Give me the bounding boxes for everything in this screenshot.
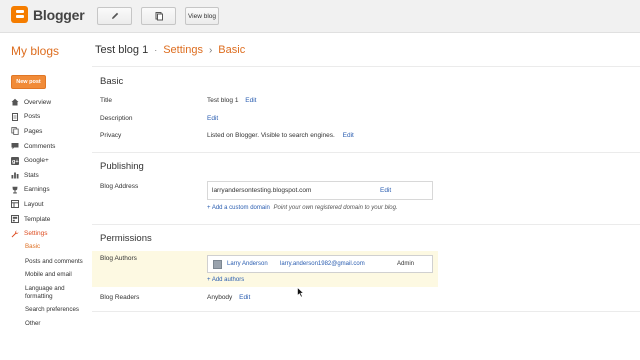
view-blog-label: View blog <box>187 12 217 20</box>
sidebar-item-settings[interactable]: Settings <box>11 226 91 241</box>
author-row: Larry Anderson larry.anderson1982@gmail.… <box>207 255 433 273</box>
sidebar-item-posts[interactable]: Posts <box>11 110 91 125</box>
trophy-icon <box>12 186 18 194</box>
sidebar-item-layout[interactable]: Layout <box>11 197 91 212</box>
privacy-value: Listed on Blogger. Visible to search eng… <box>207 132 354 139</box>
title-label: Title <box>100 97 113 104</box>
copy-icon <box>155 12 163 21</box>
settings-sub-search-preferences[interactable]: Search preferences <box>25 306 105 314</box>
new-post-toolbar-button[interactable] <box>97 7 132 25</box>
author-role[interactable]: Admin <box>397 261 414 267</box>
blog-address-label: Blog Address <box>100 183 139 190</box>
author-name[interactable]: Larry Anderson <box>227 261 268 267</box>
sidebar-item-label: Stats <box>24 171 39 179</box>
mouse-cursor-icon <box>297 287 305 298</box>
publishing-divider <box>92 224 640 225</box>
title-edit-link[interactable]: Edit <box>245 97 256 104</box>
sidebar-item-label: Comments <box>24 142 56 150</box>
layout-icon <box>11 200 19 209</box>
breadcrumb-blog[interactable]: Test blog 1 <box>95 44 148 56</box>
custom-domain-row: + Add a custom domain Point your own reg… <box>207 205 398 211</box>
blogger-icon <box>11 6 28 23</box>
sidebar-item-overview[interactable]: Overview <box>11 95 91 110</box>
add-custom-domain-link[interactable]: + Add a custom domain <box>207 205 270 211</box>
section-title-publishing: Publishing <box>100 161 144 172</box>
sidebar-item-label: Posts <box>24 113 41 121</box>
header-divider <box>92 66 640 67</box>
readers-edit-link[interactable]: Edit <box>239 294 250 301</box>
avatar <box>213 260 222 269</box>
my-blogs-link[interactable]: My blogs <box>11 44 59 58</box>
add-authors-link[interactable]: + Add authors <box>207 277 244 283</box>
sidebar-item-label: Layout <box>24 200 44 208</box>
description-label: Description <box>100 115 133 122</box>
sidebar-item-label: Google+ <box>24 157 49 165</box>
sidebar-item-label: Overview <box>24 98 52 106</box>
sidebar-item-stats[interactable]: Stats <box>11 168 91 183</box>
readers-text: Anybody <box>207 294 233 301</box>
blog-address-value: larryandersontesting.blogspot.com <box>212 187 312 194</box>
privacy-edit-link[interactable]: Edit <box>343 132 354 139</box>
blogger-logo[interactable]: Blogger <box>11 6 85 23</box>
view-posts-toolbar-button[interactable] <box>141 7 176 25</box>
wrench-icon <box>11 230 19 238</box>
blog-address-edit-link[interactable]: Edit <box>380 187 391 194</box>
sidebar-item-label: Pages <box>24 127 43 135</box>
top-bar: Blogger View blog <box>0 0 640 33</box>
basic-divider <box>92 152 640 153</box>
author-email[interactable]: larry.anderson1982@gmail.com <box>280 261 365 267</box>
google-plus-icon: g+ <box>11 156 19 165</box>
section-title-basic: Basic <box>100 76 124 87</box>
title-value: Test blog 1 Edit <box>207 97 256 104</box>
settings-sub-basic[interactable]: Basic <box>25 243 105 251</box>
permissions-divider <box>92 311 640 312</box>
privacy-text: Listed on Blogger. Visible to search eng… <box>207 132 335 139</box>
template-icon <box>11 215 19 224</box>
breadcrumb-separator: › <box>208 44 213 56</box>
document-icon <box>12 112 18 121</box>
sidebar-item-pages[interactable]: Pages <box>11 124 91 139</box>
settings-sub-other[interactable]: Other <box>25 320 105 328</box>
pencil-icon <box>111 12 118 19</box>
sidebar-item-template[interactable]: Template <box>11 212 91 227</box>
settings-sub-language-and-formatting[interactable]: Language and formatting <box>25 285 73 301</box>
blog-address-box: larryandersontesting.blogspot.com Edit <box>207 181 433 200</box>
blog-readers-value: Anybody Edit <box>207 294 250 301</box>
custom-domain-hint: Point your own registered domain to your… <box>273 205 398 211</box>
sidebar-item-label: Settings <box>24 230 48 238</box>
home-icon <box>11 99 19 106</box>
app-name: Blogger <box>33 6 85 23</box>
sidebar-item-earnings[interactable]: Earnings <box>11 183 91 198</box>
pages-icon <box>11 127 19 136</box>
section-title-permissions: Permissions <box>100 233 152 244</box>
breadcrumb-settings[interactable]: Settings <box>163 44 203 56</box>
blog-authors-label: Blog Authors <box>100 255 137 262</box>
stats-icon <box>11 172 19 179</box>
svg-text:g+: g+ <box>12 159 19 165</box>
sidebar-item-label: Earnings <box>24 186 50 194</box>
breadcrumb-current: Basic <box>218 44 246 56</box>
breadcrumb-dot: · <box>154 45 158 55</box>
view-blog-button[interactable]: View blog <box>185 7 219 25</box>
new-post-button[interactable]: New post <box>11 75 46 89</box>
sidebar-item-label: Template <box>24 215 51 223</box>
description-edit-link[interactable]: Edit <box>207 115 218 122</box>
breadcrumb: Test blog 1 · Settings › Basic <box>95 44 245 56</box>
blog-readers-label: Blog Readers <box>100 294 140 301</box>
sidebar-nav: Overview Posts Pages Comments g+ Google+… <box>11 95 91 241</box>
sidebar-item-comments[interactable]: Comments <box>11 139 91 154</box>
comment-icon <box>11 143 19 150</box>
privacy-label: Privacy <box>100 132 122 139</box>
sidebar-item-google-plus[interactable]: g+ Google+ <box>11 153 91 168</box>
title-text: Test blog 1 <box>207 97 239 104</box>
